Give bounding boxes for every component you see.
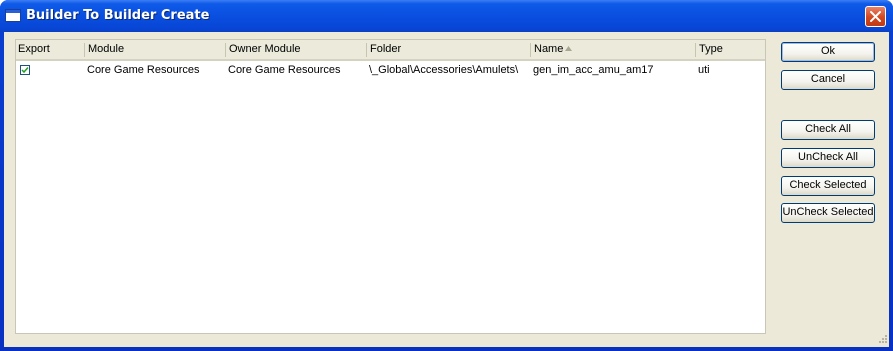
checkmark-icon bbox=[21, 67, 29, 74]
window-title: Builder To Builder Create bbox=[26, 8, 210, 23]
column-header-type[interactable]: Type bbox=[697, 40, 765, 59]
close-button[interactable] bbox=[865, 6, 886, 27]
column-divider[interactable] bbox=[530, 43, 531, 57]
cell-name: gen_im_acc_amu_am17 bbox=[533, 64, 654, 76]
check-all-button[interactable]: Check All bbox=[781, 120, 875, 140]
column-header-owner-module[interactable]: Owner Module bbox=[227, 40, 366, 59]
cell-module: Core Game Resources bbox=[87, 64, 200, 76]
column-divider[interactable] bbox=[225, 43, 226, 57]
close-x-icon bbox=[870, 11, 881, 22]
column-divider[interactable] bbox=[84, 43, 85, 57]
table-row[interactable]: Core Game Resources Core Game Resources … bbox=[16, 62, 765, 79]
cancel-button[interactable]: Cancel bbox=[781, 70, 875, 90]
list-header: Export Module Owner Module Folder Name T… bbox=[16, 40, 765, 61]
resource-list[interactable]: Export Module Owner Module Folder Name T… bbox=[15, 39, 766, 334]
column-divider[interactable] bbox=[695, 43, 696, 57]
cell-type: uti bbox=[698, 64, 710, 76]
title-bar[interactable]: Builder To Builder Create bbox=[0, 0, 893, 32]
cell-folder: \_Global\Accessories\Amulets\ bbox=[369, 64, 519, 76]
cell-owner-module: Core Game Resources bbox=[228, 64, 341, 76]
check-selected-button[interactable]: Check Selected bbox=[781, 176, 875, 196]
dialog-client-area: Export Module Owner Module Folder Name T… bbox=[4, 32, 889, 347]
dialog-window: Builder To Builder Create Export Module … bbox=[0, 0, 893, 351]
uncheck-all-button[interactable]: UnCheck All bbox=[781, 148, 875, 168]
column-header-name[interactable]: Name bbox=[532, 40, 695, 59]
ok-button[interactable]: Ok bbox=[781, 42, 875, 62]
window-icon bbox=[5, 9, 21, 22]
uncheck-selected-button[interactable]: UnCheck Selected bbox=[781, 203, 875, 223]
resize-grip-icon[interactable] bbox=[877, 333, 887, 343]
column-divider[interactable] bbox=[366, 43, 367, 57]
sort-ascending-icon bbox=[565, 46, 572, 51]
column-header-export[interactable]: Export bbox=[16, 40, 84, 59]
column-header-folder[interactable]: Folder bbox=[368, 40, 530, 59]
export-checkbox[interactable] bbox=[20, 65, 30, 75]
column-header-module[interactable]: Module bbox=[86, 40, 225, 59]
